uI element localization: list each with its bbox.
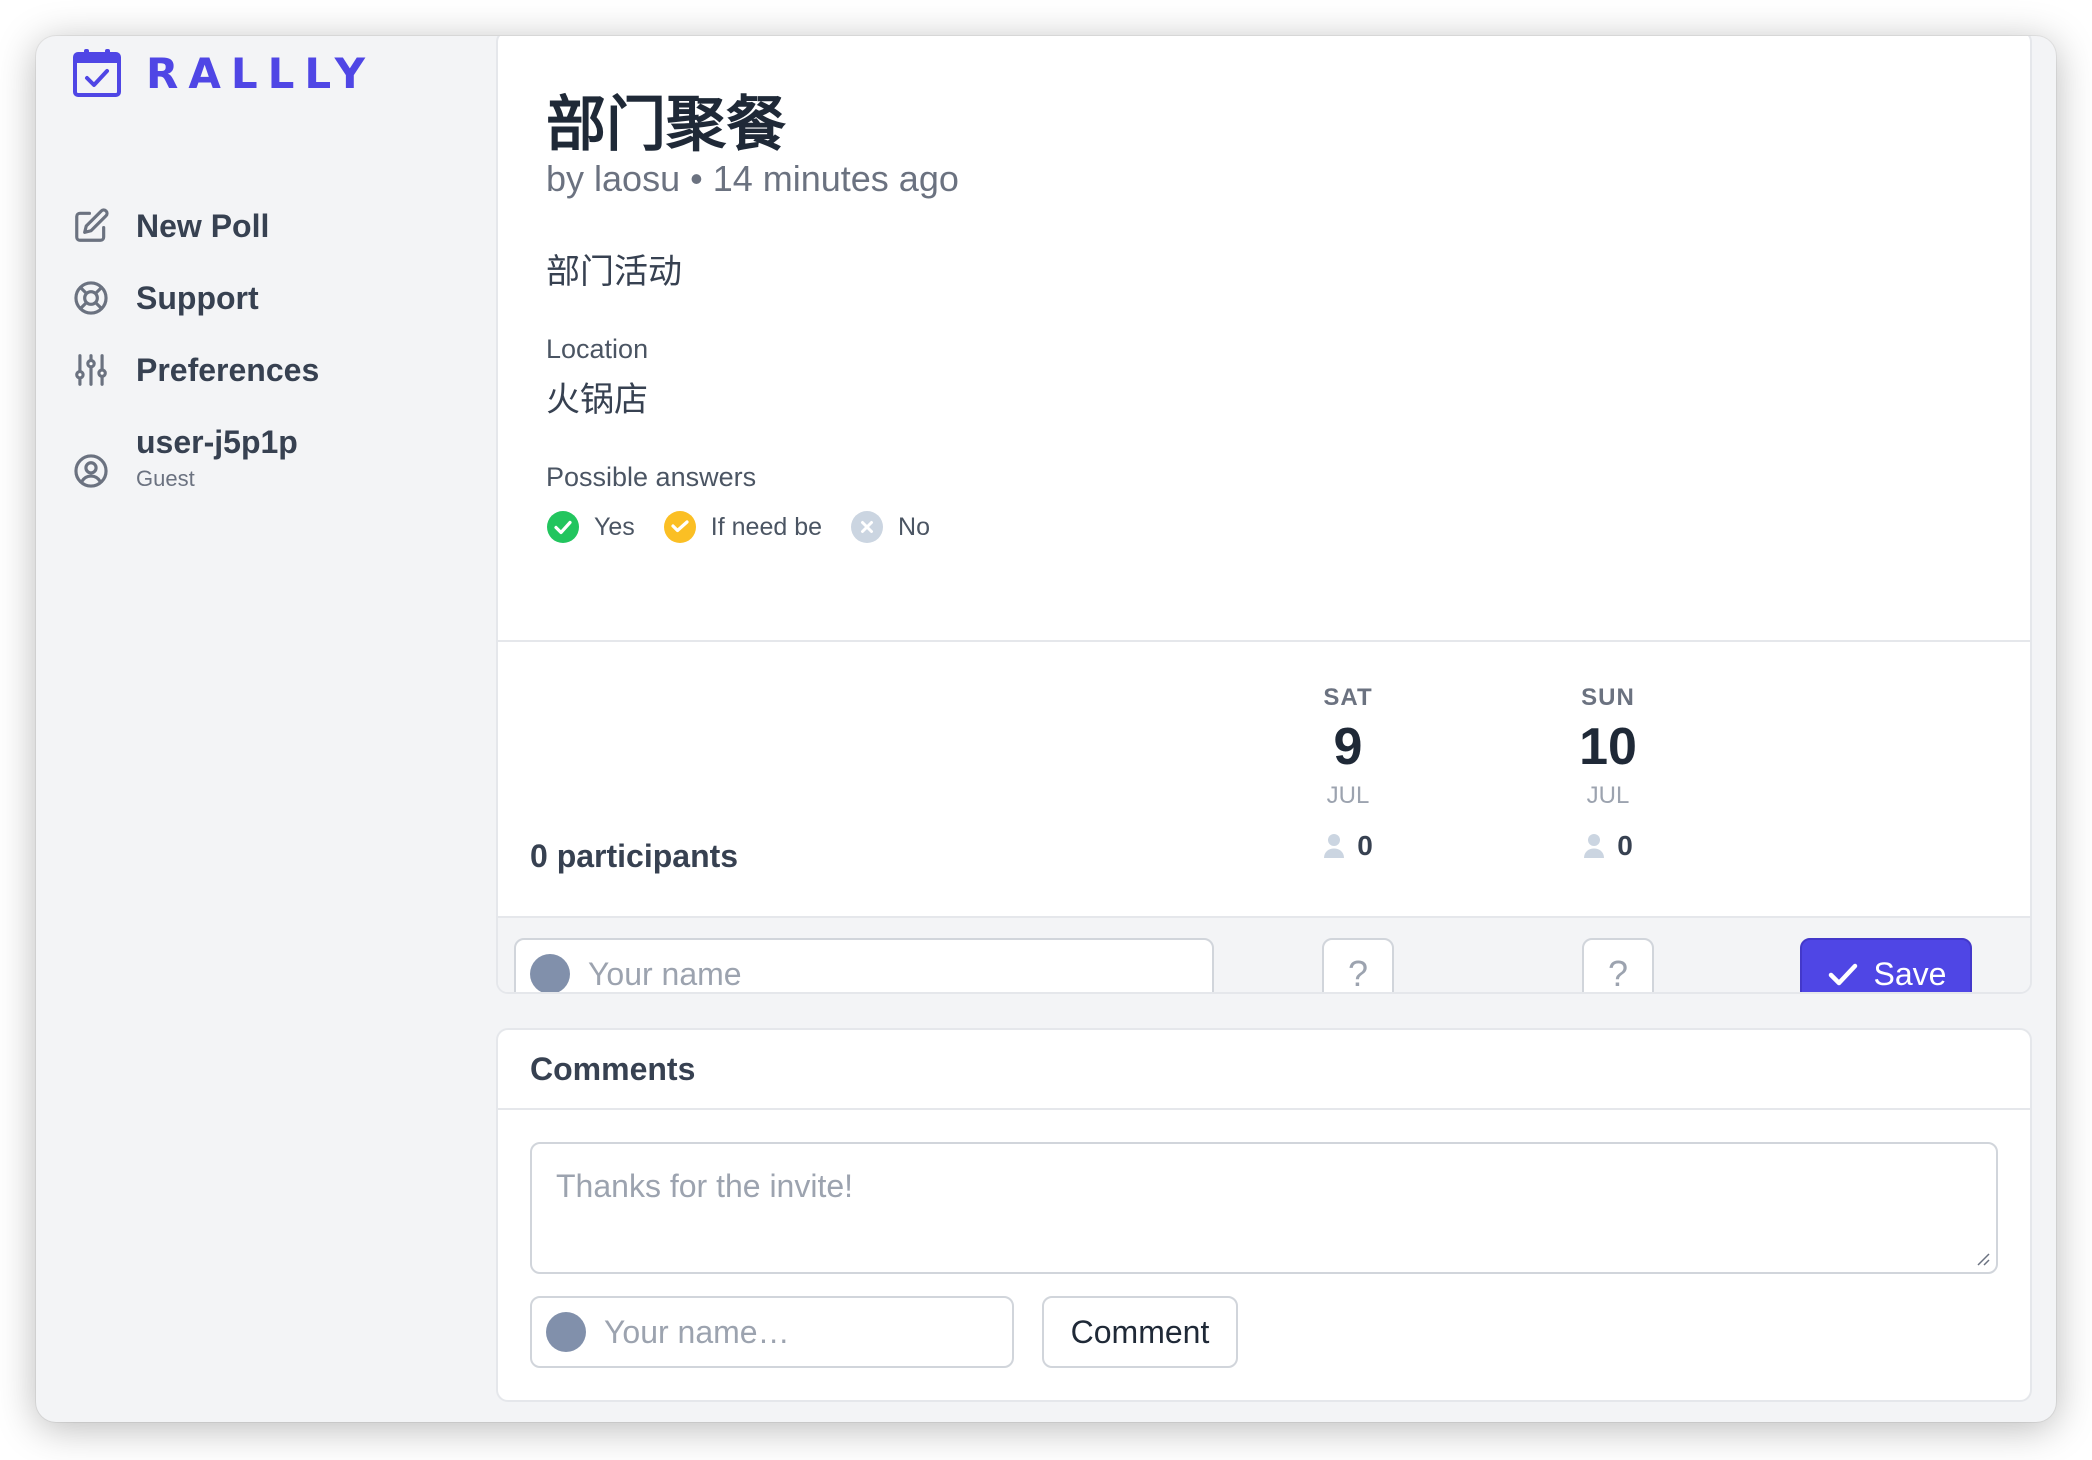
sidebar-item-support[interactable]: Support: [72, 262, 319, 334]
check-circle-icon: [547, 511, 579, 543]
user-role: Guest: [136, 466, 195, 491]
name-placeholder: Your name: [588, 955, 742, 992]
location-value: 火锅店: [546, 380, 648, 420]
legend-no: No: [850, 510, 930, 544]
location-label: Location: [546, 334, 649, 364]
comment-name-input[interactable]: Your name…: [530, 1296, 1014, 1368]
participant-name-input[interactable]: Your name: [514, 938, 1214, 992]
option-date: 9: [1333, 718, 1363, 776]
sidebar: RALLLY New Poll Support Preferences user…: [36, 36, 496, 1422]
sidebar-item-label: New Poll: [136, 207, 270, 244]
poll-card: 部门聚餐 by laosu • 14 minutes ago 部门活动 Loca…: [496, 36, 2032, 994]
user-name: user-j5p1p: [136, 424, 298, 460]
participant-count: 0 participants: [530, 838, 739, 874]
life-ring-icon: [74, 281, 108, 315]
sidebar-nav: New Poll Support Preferences: [72, 190, 319, 406]
poll-description: 部门活动: [546, 252, 682, 292]
option-vote-count: 0: [1278, 830, 1418, 862]
save-label: Save: [1873, 955, 1947, 992]
sliders-icon: [75, 354, 107, 386]
new-participant-row: Your name ? ? Save: [498, 916, 2030, 992]
name-placeholder: Your name…: [604, 1313, 790, 1350]
option-day: SUN: [1581, 684, 1635, 711]
vote-toggle-sat[interactable]: ?: [1322, 938, 1394, 992]
avatar: [530, 954, 570, 992]
logo[interactable]: RALLLY: [72, 48, 375, 98]
comment-textarea[interactable]: Thanks for the invite!: [530, 1142, 1998, 1274]
check-icon: [1828, 963, 1857, 986]
date-option: SUN 10 JUL 0: [1538, 684, 1678, 862]
app-window: RALLLY New Poll Support Preferences user…: [36, 36, 2056, 1422]
vote-toggle-sun[interactable]: ?: [1582, 938, 1654, 992]
comments-card: Comments Thanks for the invite! Your nam…: [496, 1028, 2032, 1402]
resize-handle-icon[interactable]: [1974, 1250, 1990, 1266]
comment-button[interactable]: Comment: [1042, 1296, 1238, 1368]
save-button[interactable]: Save: [1800, 938, 1972, 992]
poll-header: 部门聚餐 by laosu • 14 minutes ago 部门活动 Loca…: [498, 36, 2030, 640]
pencil-square-icon: [75, 208, 109, 242]
comment-placeholder: Thanks for the invite!: [556, 1168, 854, 1204]
poll-grid-header: 0 participants SAT 9 JUL 0 SUN 10 JUL 0: [498, 640, 2030, 916]
user-icon: [1584, 834, 1605, 858]
option-date: 10: [1579, 718, 1637, 776]
brand-name: RALLLY: [146, 48, 376, 98]
option-month: JUL: [1586, 782, 1630, 809]
legend-if-need-be: If need be: [663, 510, 822, 544]
comments-title: Comments: [498, 1030, 2030, 1110]
user-circle-icon: [74, 454, 108, 488]
if-need-be-icon: [663, 511, 696, 543]
answer-legend: Yes If need be No: [546, 510, 958, 544]
user-icon: [1324, 834, 1345, 858]
poll-title: 部门聚餐: [546, 90, 786, 160]
sidebar-item-new-poll[interactable]: New Poll: [72, 190, 319, 262]
legend-label: If need be: [710, 512, 823, 541]
sidebar-item-label: Preferences: [136, 351, 320, 388]
x-circle-icon: [851, 511, 884, 543]
legend-label: Yes: [594, 512, 635, 541]
possible-answers-label: Possible answers: [546, 462, 757, 492]
vote-count: 0: [1617, 830, 1633, 861]
avatar: [546, 1312, 586, 1352]
date-option: SAT 9 JUL 0: [1278, 684, 1418, 862]
poll-meta: by laosu • 14 minutes ago: [546, 158, 959, 199]
option-vote-count: 0: [1538, 830, 1678, 862]
legend-label: No: [898, 512, 930, 541]
option-month: JUL: [1326, 782, 1370, 809]
option-day: SAT: [1323, 684, 1373, 711]
legend-yes: Yes: [546, 510, 635, 544]
sidebar-item-label: Support: [136, 279, 259, 316]
calendar-check-icon: [73, 49, 121, 97]
vote-count: 0: [1357, 830, 1373, 861]
sidebar-item-preferences[interactable]: Preferences: [72, 334, 319, 406]
user-menu[interactable]: user-j5p1p Guest: [72, 420, 298, 492]
